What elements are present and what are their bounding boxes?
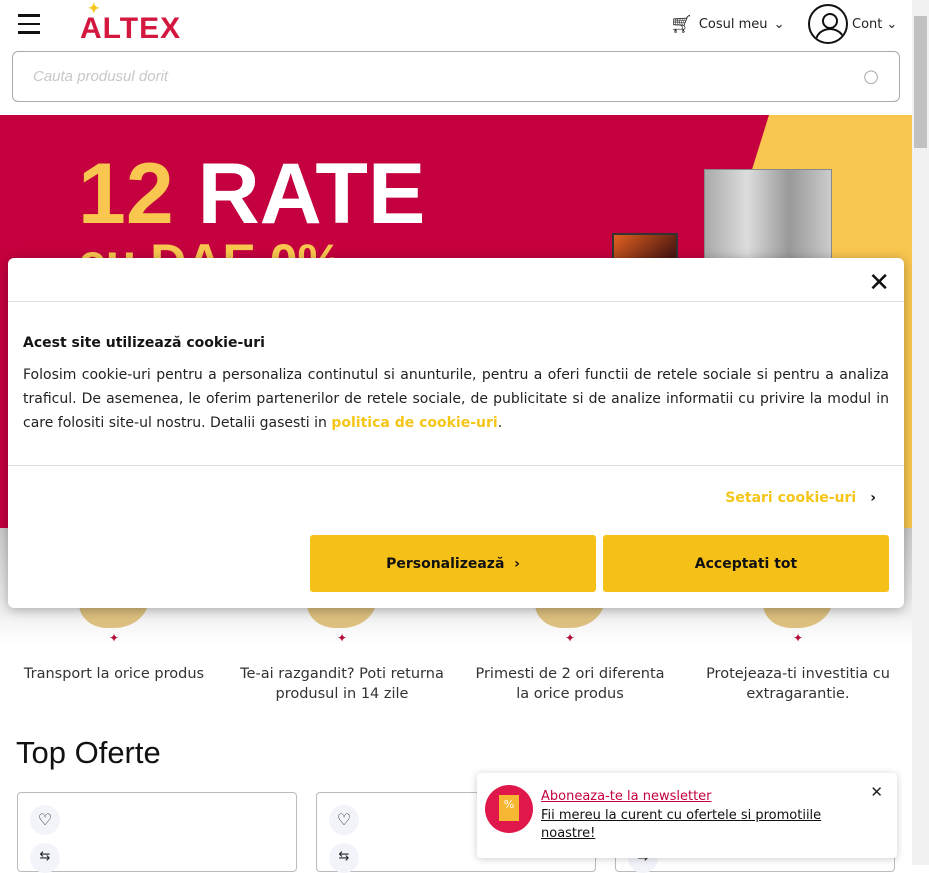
compare-icon[interactable]: ⇆ — [30, 843, 60, 873]
close-icon[interactable]: ✕ — [870, 783, 883, 801]
cookie-title: Acest site utilizează cookie-uri — [23, 335, 265, 351]
cart-label: Cosul meu — [698, 17, 768, 32]
personalize-button[interactable]: Personalizează › — [310, 535, 596, 592]
heart-icon[interactable]: ♡ — [329, 805, 359, 835]
account-label: Cont — [852, 16, 883, 32]
top-offers-title: Top Oferte — [16, 735, 161, 770]
cart-icon: 🛒︎ — [670, 14, 693, 35]
search-bar: ○ — [12, 51, 900, 102]
divider — [8, 465, 904, 466]
cart-button[interactable]: 🛒︎ Cosul meu ⌄ — [670, 14, 784, 35]
chevron-down-icon: ⌄ — [773, 17, 785, 32]
newsletter-link[interactable]: Aboneaza-te la newsletter — [541, 789, 712, 804]
newsletter-popup: Aboneaza-te la newsletter Fii mereu la c… — [477, 773, 897, 858]
scrollbar-thumb[interactable] — [914, 16, 927, 148]
star-icon: ✦ — [88, 0, 101, 16]
search-input[interactable] — [33, 68, 864, 85]
chevron-right-icon: › — [870, 490, 876, 506]
cookie-dialog: ✕ Acest site utilizează cookie-uri Folos… — [8, 258, 904, 608]
cookie-text: Folosim cookie-uri pentru a personaliza … — [23, 367, 889, 431]
close-icon[interactable]: ✕ — [868, 268, 890, 298]
compare-icon[interactable]: ⇆ — [329, 843, 359, 873]
divider — [8, 301, 904, 302]
hamburger-menu-icon[interactable] — [18, 14, 40, 34]
banner-headline: 12 RATE — [78, 146, 426, 242]
user-icon — [808, 4, 848, 44]
cookie-settings-link[interactable]: Setari cookie-uri › — [725, 490, 876, 506]
laptop-image — [612, 233, 678, 261]
search-icon[interactable]: ○ — [863, 66, 879, 87]
newsletter-envelope-icon — [485, 785, 533, 833]
product-card[interactable]: ♡⇆ — [17, 792, 297, 873]
accept-all-button[interactable]: Acceptati tot — [603, 535, 889, 592]
cookie-policy-link[interactable]: politica de cookie-uri — [331, 415, 497, 431]
heart-icon[interactable]: ♡ — [30, 805, 60, 835]
chevron-right-icon: › — [509, 555, 520, 572]
header: ✦ALTEX 🛒︎Cosul meu⌄ Cont⌄ ○ — [0, 0, 912, 115]
newsletter-text[interactable]: Fii mereu la curent cu ofertele si promo… — [541, 807, 841, 843]
altex-logo[interactable]: ✦ ALTEX — [80, 0, 181, 46]
chevron-down-icon: ⌄ — [886, 16, 898, 32]
account-button[interactable]: Cont ⌄ — [808, 4, 897, 44]
